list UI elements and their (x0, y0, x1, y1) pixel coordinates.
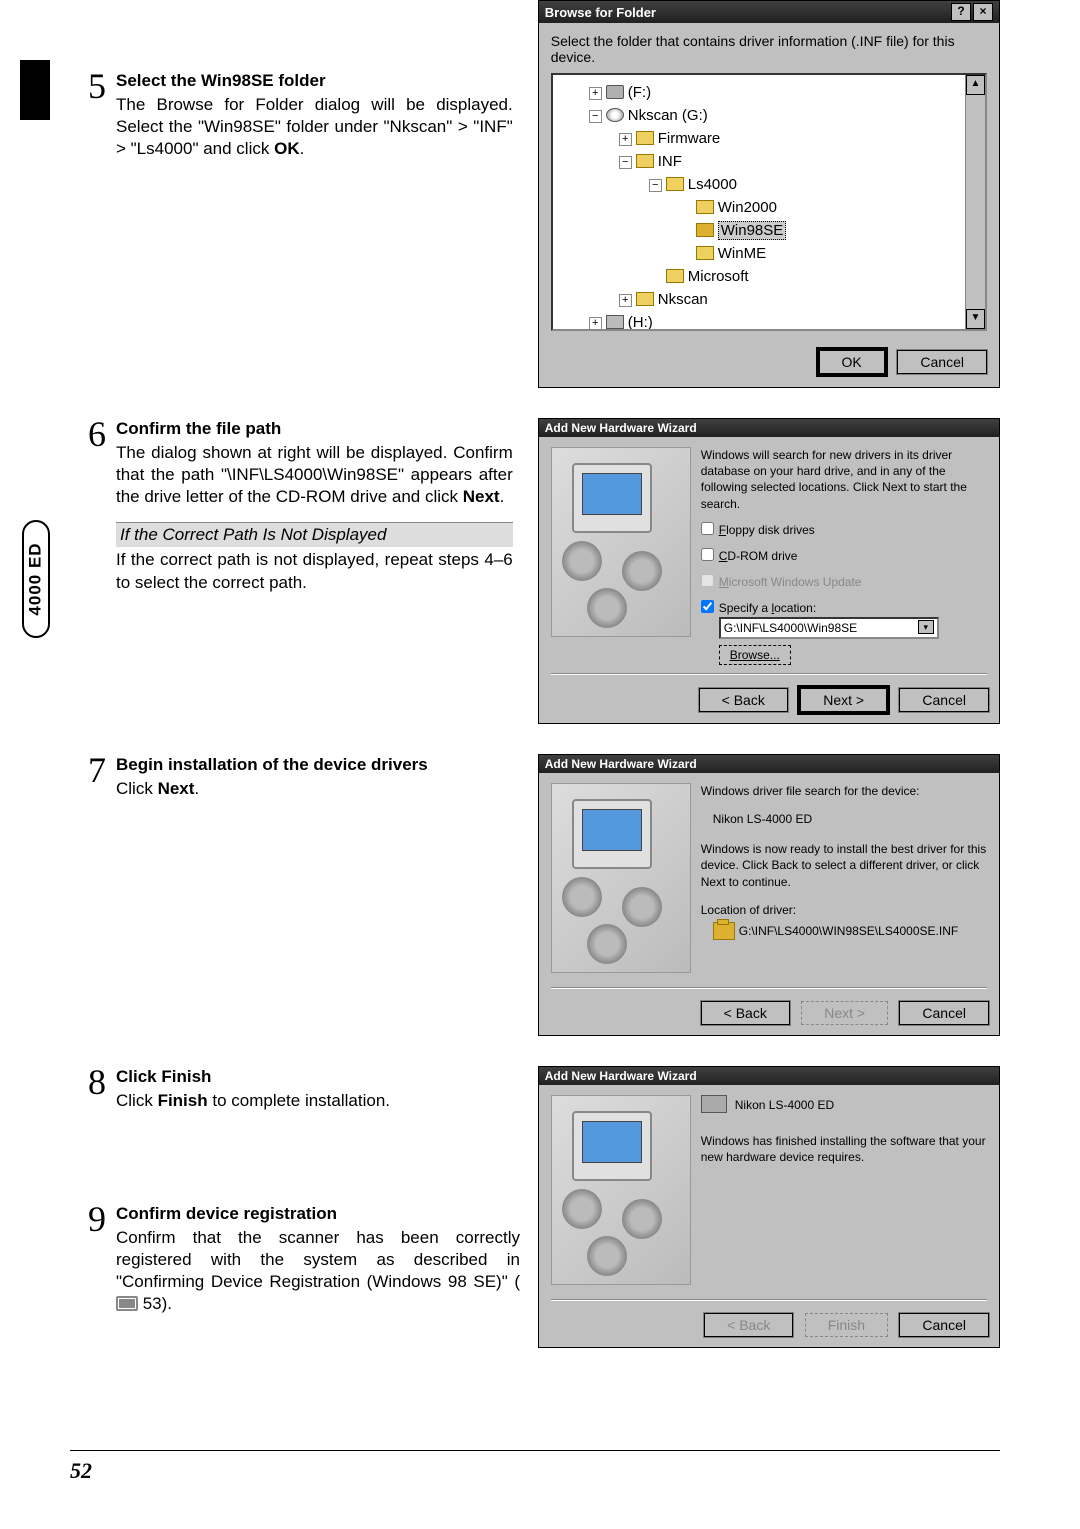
specify-option[interactable]: Specify a location: (701, 600, 987, 616)
inf-file-icon (713, 922, 735, 940)
scrollbar[interactable]: ▲▼ (965, 75, 985, 329)
scroll-up-icon[interactable]: ▲ (966, 75, 985, 95)
folder-open-icon (696, 223, 714, 237)
driver-location: G:\INF\LS4000\WIN98SE\LS4000SE.INF (713, 922, 987, 940)
device-name: Nikon LS-4000 ED (713, 811, 987, 827)
loc-label: Location of driver: (701, 902, 987, 918)
cancel-button[interactable]: Cancel (899, 1313, 989, 1337)
browse-folder-dialog: Browse for Folder ? × Select the folder … (538, 0, 1000, 388)
back-button[interactable]: < Back (699, 688, 788, 712)
back-button: < Back (704, 1313, 793, 1337)
step6-body: Confirm the file path The dialog shown a… (116, 418, 513, 594)
selected-folder[interactable]: Win98SE (718, 221, 787, 240)
expand-icon[interactable]: + (619, 294, 632, 307)
cancel-button[interactable]: Cancel (899, 688, 989, 712)
browse-title-bar: Browse for Folder ? × (539, 1, 999, 23)
folder-icon (636, 131, 654, 145)
folder-icon (696, 246, 714, 260)
update-option: Microsoft Windows Update (701, 574, 987, 590)
wizard3-content: Nikon LS-4000 ED Windows has finished in… (701, 1095, 987, 1291)
back-button[interactable]: < Back (701, 1001, 790, 1025)
folder-icon (666, 269, 684, 283)
step6-title: Confirm the file path (116, 418, 513, 440)
folder-icon (666, 177, 684, 191)
cdrom-option[interactable]: CD-ROM drive (701, 548, 987, 564)
page-marker (20, 60, 50, 120)
step8-number: 8 (80, 1066, 106, 1112)
update-checkbox (701, 574, 714, 587)
step7-body: Begin installation of the device drivers… (116, 754, 428, 800)
floppy-checkbox[interactable] (701, 522, 714, 535)
page-number: 52 (70, 1458, 92, 1484)
step8-title: Click Finish (116, 1066, 390, 1088)
footer-rule (70, 1450, 1000, 1451)
side-tab-label: 4000 ED (26, 542, 46, 615)
step9-title: Confirm device registration (116, 1203, 520, 1225)
close-button[interactable]: × (973, 3, 993, 21)
wizard-illustration (551, 783, 691, 973)
cancel-button[interactable]: Cancel (899, 1001, 989, 1025)
device-icon (701, 1095, 727, 1113)
browse-button[interactable]: Browse... (719, 645, 791, 665)
cdrom-checkbox[interactable] (701, 548, 714, 561)
location-input[interactable]: G:\INF\LS4000\Win98SE▾ (719, 617, 939, 639)
wizard2-dialog: Add New Hardware Wizard Windows driver f… (538, 754, 1000, 1036)
specify-checkbox[interactable] (701, 600, 714, 613)
expand-icon[interactable]: + (619, 133, 632, 146)
side-tab: 4000 ED (22, 520, 50, 638)
wizard-illustration (551, 1095, 691, 1285)
wizard1-content: Windows will search for new drivers in i… (701, 447, 987, 665)
device-name: Nikon LS-4000 ED (735, 1098, 834, 1112)
collapse-icon[interactable]: − (619, 156, 632, 169)
step6-subheading: If the Correct Path Is Not Displayed (116, 522, 513, 547)
browse-hint: Select the folder that contains driver i… (551, 33, 987, 65)
collapse-icon[interactable]: − (649, 179, 662, 192)
step6-number: 6 (80, 418, 106, 594)
folder-tree[interactable]: ▲▼ +(F:) −Nkscan (G:) +Firmware −INF −Ls… (551, 73, 987, 331)
next-button[interactable]: Next > (801, 1001, 888, 1025)
floppy-option[interactable]: Floppy disk drives (701, 522, 987, 538)
wizard2-title-bar: Add New Hardware Wizard (539, 755, 999, 773)
book-icon (116, 1296, 138, 1311)
folder-icon (636, 154, 654, 168)
browse-title: Browse for Folder (545, 5, 656, 20)
scroll-down-icon[interactable]: ▼ (966, 309, 985, 329)
expand-icon[interactable]: + (589, 87, 602, 100)
help-button[interactable]: ? (951, 3, 971, 21)
wizard1-title-bar: Add New Hardware Wizard (539, 419, 999, 437)
ok-button[interactable]: OK (818, 349, 886, 375)
step5-number: 5 (80, 70, 106, 160)
step8-body: Click Finish Click Finish to complete in… (116, 1066, 390, 1112)
dropdown-icon[interactable]: ▾ (918, 620, 934, 634)
wizard3-title-bar: Add New Hardware Wizard (539, 1067, 999, 1085)
step5-body: Select the Win98SE folder The Browse for… (116, 70, 513, 160)
cancel-button[interactable]: Cancel (897, 350, 987, 374)
next-button[interactable]: Next > (799, 687, 888, 713)
cd-icon (606, 108, 624, 122)
wizard1-dialog: Add New Hardware Wizard Windows will sea… (538, 418, 1000, 724)
expand-icon[interactable]: + (589, 317, 602, 330)
step7-number: 7 (80, 754, 106, 800)
drive-icon (606, 85, 624, 99)
step9-body: Confirm device registration Confirm that… (116, 1203, 520, 1315)
collapse-icon[interactable]: − (589, 110, 602, 123)
wizard-illustration (551, 447, 691, 637)
step7-title: Begin installation of the device drivers (116, 754, 428, 776)
folder-icon (696, 200, 714, 214)
folder-icon (636, 292, 654, 306)
wizard2-content: Windows driver file search for the devic… (701, 783, 987, 979)
finish-button[interactable]: Finish (805, 1313, 888, 1337)
disk-icon (606, 315, 624, 329)
step9-number: 9 (80, 1203, 106, 1315)
step5-title: Select the Win98SE folder (116, 70, 513, 92)
wizard3-dialog: Add New Hardware Wizard Nikon LS-4000 ED… (538, 1066, 1000, 1348)
